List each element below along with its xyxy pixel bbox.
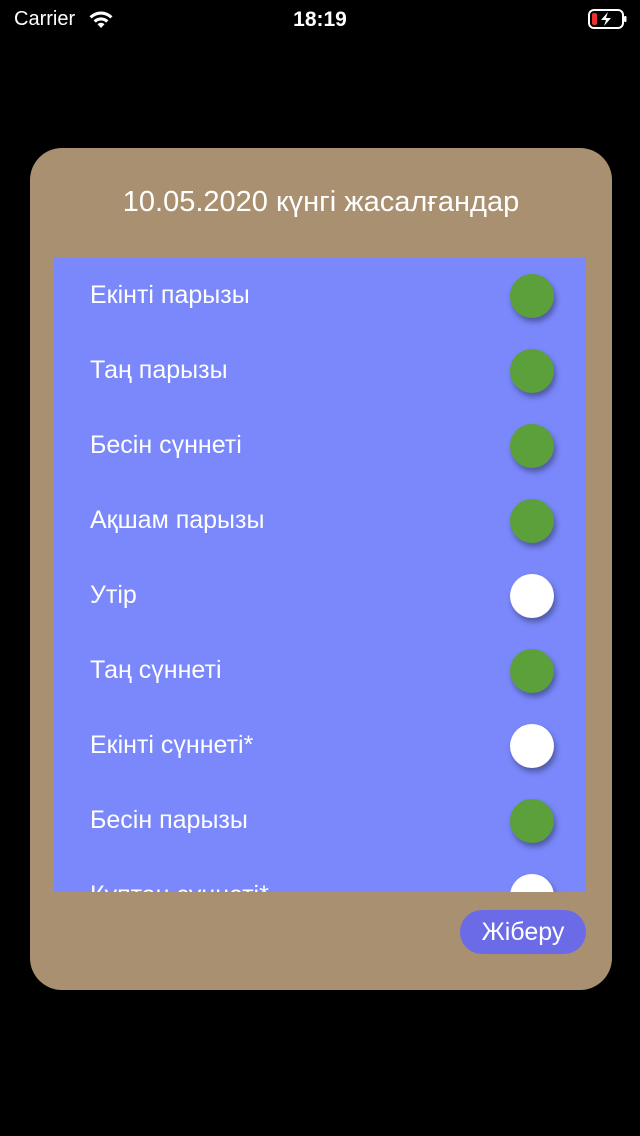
list-item[interactable]: Утір xyxy=(54,566,586,626)
list-item[interactable]: Құптан сүннеті* xyxy=(54,866,586,892)
checked-toggle[interactable] xyxy=(510,499,554,543)
list-item-label: Ақшам парызы xyxy=(90,506,265,534)
list-item[interactable]: Бесін сүннеті xyxy=(54,416,586,476)
unchecked-toggle[interactable] xyxy=(510,574,554,618)
checked-toggle[interactable] xyxy=(510,424,554,468)
screen: Carrier 18:19 10.05.2020 күнгі жасалғанд… xyxy=(0,0,640,1136)
battery-icon xyxy=(588,9,627,29)
list-item-label: Утір xyxy=(90,581,137,609)
list-item-label: Таң парызы xyxy=(90,356,228,384)
list-item[interactable]: Ақшам парызы xyxy=(54,491,586,551)
unchecked-toggle[interactable] xyxy=(510,724,554,768)
list-item-label: Екінті парызы xyxy=(90,281,250,309)
prayer-list[interactable]: Екінті парызы Таң парызы Бесін сүннеті Ақша… xyxy=(54,258,586,892)
checked-toggle[interactable] xyxy=(510,349,554,393)
list-item-label: Таң сүннеті xyxy=(90,656,222,684)
list-item[interactable]: Екінті парызы xyxy=(54,266,586,326)
list-item[interactable]: Таң сүннеті xyxy=(54,641,586,701)
list-item-label: Құптан сүннеті* xyxy=(90,881,269,892)
list-item[interactable]: Екінті сүннеті* xyxy=(54,716,586,776)
submit-button[interactable]: Жіберу xyxy=(460,910,586,954)
checked-toggle[interactable] xyxy=(510,649,554,693)
list-item-label: Бесін парызы xyxy=(90,806,248,834)
list-item[interactable]: Таң парызы xyxy=(54,341,586,401)
list-item-label: Екінті сүннеті* xyxy=(90,731,254,759)
list-item-label: Бесін сүннеті xyxy=(90,431,242,459)
checked-toggle[interactable] xyxy=(510,799,554,843)
dialog-title: 10.05.2020 күнгі жасалғандар xyxy=(122,186,520,218)
clock-time: 18:19 xyxy=(293,8,347,31)
daily-report-dialog: 10.05.2020 күнгі жасалғандар Екінті пары… xyxy=(30,148,612,990)
checked-toggle[interactable] xyxy=(510,274,554,318)
unchecked-toggle[interactable] xyxy=(510,874,554,892)
list-item[interactable]: Бесін парызы xyxy=(54,791,586,851)
status-bar: Carrier 18:19 xyxy=(0,0,640,40)
